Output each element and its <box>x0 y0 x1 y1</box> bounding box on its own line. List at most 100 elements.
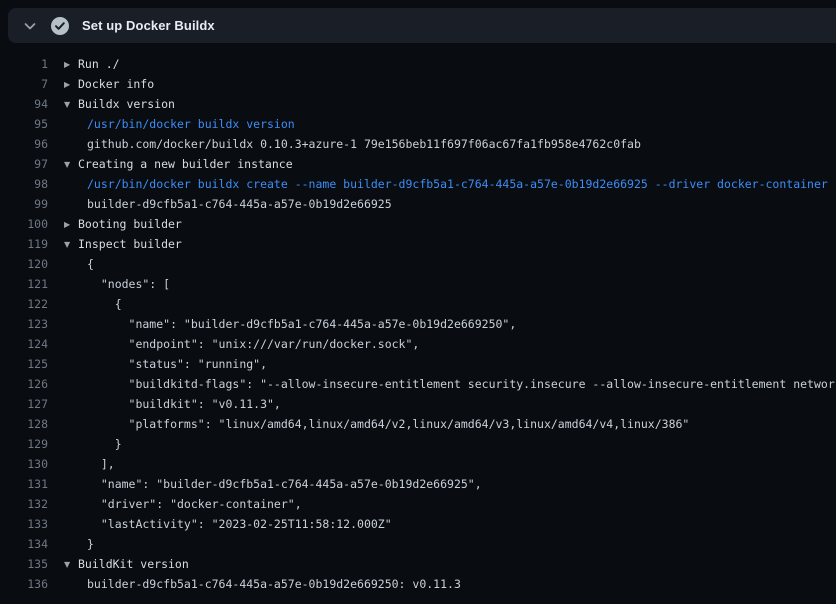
triangle-down-icon: ▼ <box>64 155 78 174</box>
log-line-text: Inspect builder <box>78 237 182 251</box>
log-line-text: builder-d9cfb5a1-c764-445a-a57e-0b19d2e6… <box>87 197 392 211</box>
line-number[interactable]: 97 <box>0 154 48 174</box>
log-line-text: Docker info <box>78 77 154 91</box>
log-line: 128 "platforms": "linux/amd64,linux/amd6… <box>0 414 836 434</box>
log-text: } <box>64 534 836 554</box>
log-output: 1▶Run ./7▶Docker info94▼Buildx version95… <box>0 43 836 604</box>
log-text: builder-d9cfb5a1-c764-445a-a57e-0b19d2e6… <box>64 574 836 594</box>
line-number[interactable]: 94 <box>0 94 48 114</box>
log-line: 119 ▼Inspect builder <box>0 234 836 254</box>
line-number[interactable]: 136 <box>0 574 48 594</box>
log-line-text: } <box>87 437 122 451</box>
log-line: 136 builder-d9cfb5a1-c764-445a-a57e-0b19d… <box>0 574 836 594</box>
log-line: 7 ▶Docker info <box>0 74 836 94</box>
log-line-text: builder-d9cfb5a1-c764-445a-a57e-0b19d2e6… <box>87 577 461 591</box>
log-line-text: github.com/docker/buildx 0.10.3+azure-1 … <box>87 137 641 151</box>
line-number[interactable]: 135 <box>0 554 48 574</box>
line-number[interactable]: 98 <box>0 174 48 194</box>
log-line: 95/usr/bin/docker buildx version <box>0 114 836 134</box>
log-line: 124 "endpoint": "unix:///var/run/docker.… <box>0 334 836 354</box>
line-number[interactable]: 126 <box>0 374 48 394</box>
log-line: 97 ▼Creating a new builder instance <box>0 154 836 174</box>
log-line: 126 "buildkitd-flags": "--allow-insecure… <box>0 374 836 394</box>
line-number[interactable]: 96 <box>0 134 48 154</box>
line-number[interactable]: 132 <box>0 494 48 514</box>
triangle-down-icon: ▼ <box>64 235 78 254</box>
log-line-text: "platforms": "linux/amd64,linux/amd64/v2… <box>87 417 689 431</box>
line-number[interactable]: 133 <box>0 514 48 534</box>
log-group-header[interactable]: ▼Creating a new builder instance <box>64 154 836 174</box>
line-number[interactable]: 128 <box>0 414 48 434</box>
log-line-text: "lastActivity": "2023-02-25T11:58:12.000… <box>87 517 392 531</box>
log-line: 133 "lastActivity": "2023-02-25T11:58:12… <box>0 514 836 534</box>
log-line-text: /usr/bin/docker buildx version <box>87 117 295 131</box>
log-line: 121 "nodes": [ <box>0 274 836 294</box>
log-line: 99 builder-d9cfb5a1-c764-445a-a57e-0b19d2… <box>0 194 836 214</box>
log-line-text: BuildKit version <box>78 557 189 571</box>
line-number[interactable]: 7 <box>0 74 48 94</box>
log-line-text: "driver": "docker-container", <box>87 497 302 511</box>
line-number[interactable]: 130 <box>0 454 48 474</box>
log-text: github.com/docker/buildx 0.10.3+azure-1 … <box>64 134 836 154</box>
line-number[interactable]: 121 <box>0 274 48 294</box>
line-number[interactable]: 127 <box>0 394 48 414</box>
log-text: ], <box>64 454 836 474</box>
line-number[interactable]: 134 <box>0 534 48 554</box>
log-line-text: Booting builder <box>78 217 182 231</box>
line-number[interactable]: 131 <box>0 474 48 494</box>
line-number[interactable]: 100 <box>0 214 48 234</box>
log-line-text: "name": "builder-d9cfb5a1-c764-445a-a57e… <box>87 477 482 491</box>
log-group-header[interactable]: ▶Booting builder <box>64 214 836 234</box>
line-number[interactable]: 129 <box>0 434 48 454</box>
line-number[interactable]: 99 <box>0 194 48 214</box>
log-line-text: Creating a new builder instance <box>78 157 293 171</box>
log-line-text: ], <box>87 457 115 471</box>
line-number[interactable]: 1 <box>0 54 48 74</box>
triangle-right-icon: ▶ <box>64 55 78 74</box>
triangle-right-icon: ▶ <box>64 215 78 234</box>
line-number[interactable]: 123 <box>0 314 48 334</box>
line-number[interactable]: 119 <box>0 234 48 254</box>
log-line: 123 "name": "builder-d9cfb5a1-c764-445a-… <box>0 314 836 334</box>
log-line-text: "name": "builder-d9cfb5a1-c764-445a-a57e… <box>87 317 516 331</box>
log-group-header[interactable]: ▼Buildx version <box>64 94 836 114</box>
log-line: 100 ▶Booting builder <box>0 214 836 234</box>
log-text: "lastActivity": "2023-02-25T11:58:12.000… <box>64 514 836 534</box>
log-group-header[interactable]: ▶Docker info <box>64 74 836 94</box>
line-number[interactable]: 120 <box>0 254 48 274</box>
log-line: 122 { <box>0 294 836 314</box>
triangle-down-icon: ▼ <box>64 95 78 114</box>
step-header[interactable]: Set up Docker Buildx <box>8 8 836 43</box>
log-line-text: { <box>87 257 94 271</box>
triangle-right-icon: ▶ <box>64 75 78 94</box>
line-number[interactable]: 124 <box>0 334 48 354</box>
log-text: "name": "builder-d9cfb5a1-c764-445a-a57e… <box>64 314 836 334</box>
log-line: 129 } <box>0 434 836 454</box>
log-line-text: "endpoint": "unix:///var/run/docker.sock… <box>87 337 419 351</box>
log-line-text: { <box>87 297 122 311</box>
workflow-log-page: Set up Docker Buildx 1▶Run ./7▶Docker in… <box>0 0 836 604</box>
log-line-text: "buildkit": "v0.11.3", <box>87 397 281 411</box>
log-lines: 1▶Run ./7▶Docker info94▼Buildx version95… <box>0 54 836 594</box>
triangle-down-icon: ▼ <box>64 555 78 574</box>
line-number[interactable]: 122 <box>0 294 48 314</box>
log-line-text: "nodes": [ <box>87 277 170 291</box>
line-number[interactable]: 95 <box>0 114 48 134</box>
log-line-text: } <box>87 537 94 551</box>
log-text: "nodes": [ <box>64 274 836 294</box>
log-text: "status": "running", <box>64 354 836 374</box>
log-line: 131 "name": "builder-d9cfb5a1-c764-445a-… <box>0 474 836 494</box>
chevron-down-icon[interactable] <box>22 18 38 34</box>
log-line-text: "buildkitd-flags": "--allow-insecure-ent… <box>87 377 836 391</box>
log-text: "endpoint": "unix:///var/run/docker.sock… <box>64 334 836 354</box>
log-group-header[interactable]: ▼BuildKit version <box>64 554 836 574</box>
log-text: "platforms": "linux/amd64,linux/amd64/v2… <box>64 414 836 434</box>
log-line-text: Run ./ <box>78 57 120 71</box>
log-line: 132 "driver": "docker-container", <box>0 494 836 514</box>
log-group-header[interactable]: ▼Inspect builder <box>64 234 836 254</box>
log-text: { <box>64 254 836 274</box>
line-number[interactable]: 125 <box>0 354 48 374</box>
log-group-header[interactable]: ▶Run ./ <box>64 54 836 74</box>
log-line: 135 ▼BuildKit version <box>0 554 836 574</box>
log-text: "buildkit": "v0.11.3", <box>64 394 836 414</box>
